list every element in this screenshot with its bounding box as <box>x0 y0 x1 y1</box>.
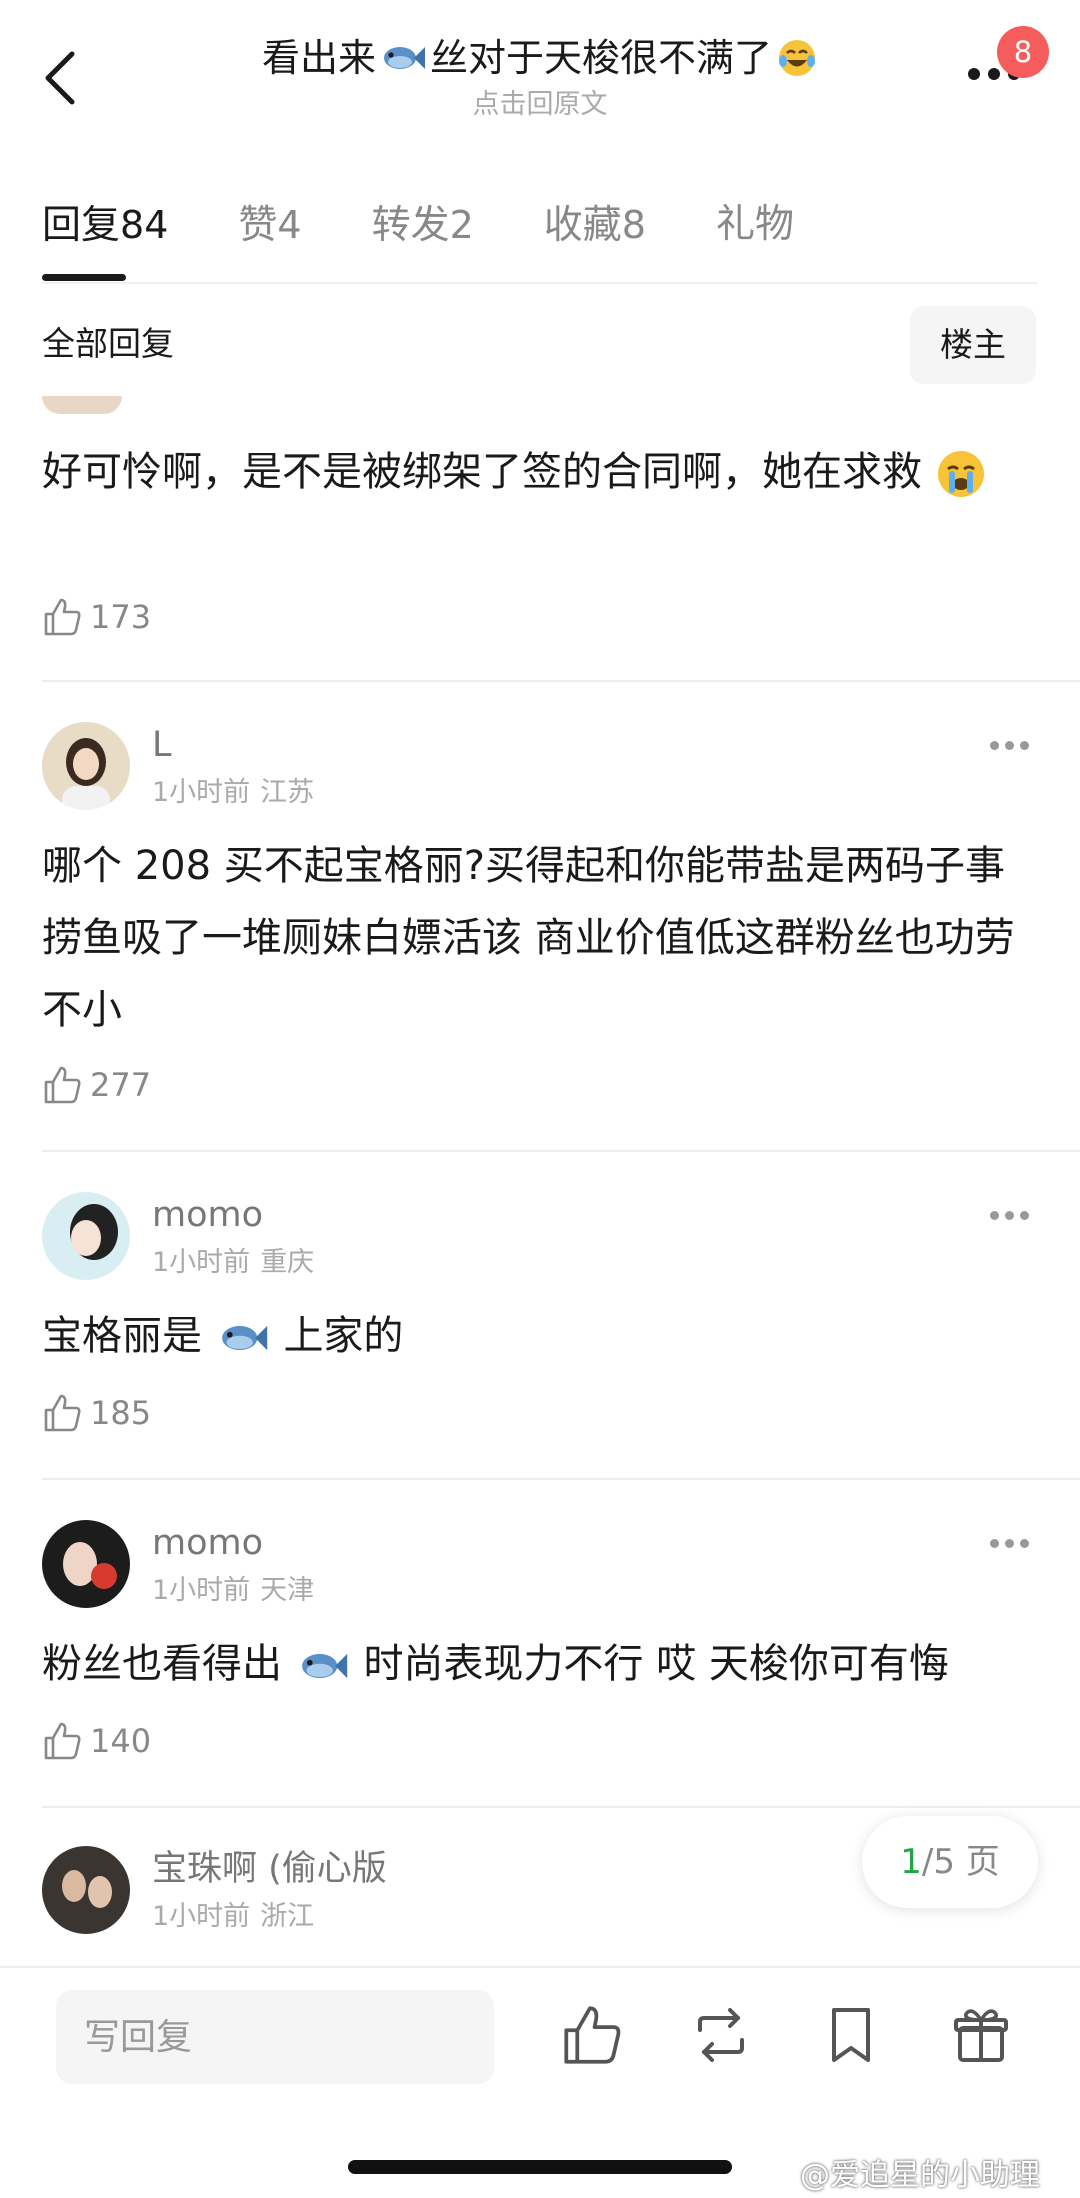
comment-text: 粉丝也看得出 时尚表现力不行 哎 天梭你可有悔 <box>42 1641 949 1687</box>
avatar[interactable] <box>42 396 122 414</box>
avatar-image <box>42 1846 130 1934</box>
repost-button[interactable] <box>688 2002 754 2068</box>
avatar-image <box>42 722 130 810</box>
like-count: 173 <box>90 598 152 636</box>
like-count: 277 <box>90 1066 152 1104</box>
avatar-image <box>42 1520 130 1608</box>
crying-emoji-icon <box>937 451 984 497</box>
like-count: 185 <box>90 1394 152 1432</box>
comment-more-button[interactable] <box>990 1200 1040 1230</box>
divider <box>42 1150 1080 1152</box>
avatar[interactable] <box>42 1846 130 1934</box>
fish-emoji-icon <box>384 47 425 69</box>
comment-meta: 1小时前 浙江 <box>152 1901 315 1932</box>
avatar-image <box>42 1192 130 1280</box>
bookmark-icon <box>832 2008 870 2062</box>
tab-bar: 回复84 赞4 转发2 收藏8 礼物 <box>42 190 864 280</box>
thumbs-up-icon <box>44 1066 81 1104</box>
username[interactable]: momo <box>152 1520 263 1566</box>
fish-emoji-icon <box>301 1653 347 1679</box>
thumbs-up-icon <box>564 2006 621 2064</box>
thumbs-up-icon <box>44 598 81 636</box>
like-count: 140 <box>90 1722 152 1760</box>
like-button[interactable]: 185 <box>42 1392 151 1434</box>
tab-likes[interactable]: 赞4 <box>238 190 301 280</box>
avatar[interactable] <box>42 722 130 810</box>
thumbs-up-icon <box>44 1394 81 1432</box>
tab-favorites[interactable]: 收藏8 <box>544 190 646 280</box>
tab-reposts[interactable]: 转发2 <box>372 190 474 280</box>
post-title-part-2: 丝对于天梭很不满了 <box>430 36 773 80</box>
more-options-button[interactable]: 8 <box>960 26 1060 110</box>
divider <box>42 1478 1080 1480</box>
username[interactable]: momo <box>152 1192 263 1238</box>
thumbs-up-icon <box>44 1722 81 1760</box>
reply-input[interactable] <box>56 1990 494 2084</box>
comment-text: 好可怜啊，是不是被绑架了签的合同啊，她在求救 <box>42 436 1038 508</box>
chevron-left-icon <box>45 51 75 105</box>
op-only-button[interactable]: 楼主 <box>910 306 1036 384</box>
avatar[interactable] <box>42 1520 130 1608</box>
like-button[interactable]: 277 <box>42 1064 151 1106</box>
like-post-button[interactable] <box>560 2002 626 2068</box>
comment-more-button[interactable] <box>990 730 1040 760</box>
username[interactable]: 宝珠啊 (偷心版 <box>152 1846 387 1892</box>
tab-replies[interactable]: 回复84 <box>42 190 168 280</box>
comment-meta: 1小时前 重庆 <box>152 1247 315 1278</box>
back-button[interactable] <box>38 48 84 108</box>
fish-emoji-icon <box>221 1325 267 1351</box>
active-tab-indicator <box>42 274 126 281</box>
laughing-tears-emoji-icon <box>779 40 816 76</box>
comment-meta: 1小时前 天津 <box>152 1575 315 1606</box>
back-to-original-link[interactable]: 点击回原文 <box>160 86 920 124</box>
comment-text: 宝格丽是 上家的 <box>42 1313 404 1359</box>
gift-icon <box>954 2009 1008 2062</box>
tab-gifts[interactable]: 礼物 <box>716 190 794 280</box>
comment-text: 哪个 208 买不起宝格丽?买得起和你能带盐是两码子事 捞鱼吸了一堆厕妹白嫖活该… <box>42 843 1015 1033</box>
watermark: @爱追星的小助理 <box>800 2158 1040 2193</box>
divider <box>42 680 1080 682</box>
home-indicator[interactable] <box>348 2160 732 2174</box>
divider <box>42 1806 1080 1808</box>
post-title: 看出来 丝对于天梭很不满了 <box>160 30 920 86</box>
title-area[interactable]: 看出来 丝对于天梭很不满了 点击回原文 <box>160 30 920 124</box>
notification-badge: 8 <box>997 26 1049 78</box>
favorite-button[interactable] <box>818 2002 884 2068</box>
like-button[interactable]: 173 <box>42 596 151 638</box>
repost-icon <box>698 2008 744 2062</box>
avatar[interactable] <box>42 1192 130 1280</box>
all-replies-label: 全部回复 <box>42 324 174 363</box>
page-indicator-button[interactable]: 1/5 页 <box>862 1816 1038 1908</box>
top-bar: 看出来 丝对于天梭很不满了 点击回原文 8 <box>0 0 1080 150</box>
gift-button[interactable] <box>948 2002 1014 2068</box>
tab-divider <box>42 282 1038 284</box>
comment-meta: 1小时前 江苏 <box>152 777 315 808</box>
post-title-part-1: 看出来 <box>261 36 376 80</box>
like-button[interactable]: 140 <box>42 1720 151 1762</box>
comment-more-button[interactable] <box>990 1528 1040 1558</box>
bottom-bar-divider <box>0 1966 1080 1968</box>
username[interactable]: L <box>152 722 172 768</box>
